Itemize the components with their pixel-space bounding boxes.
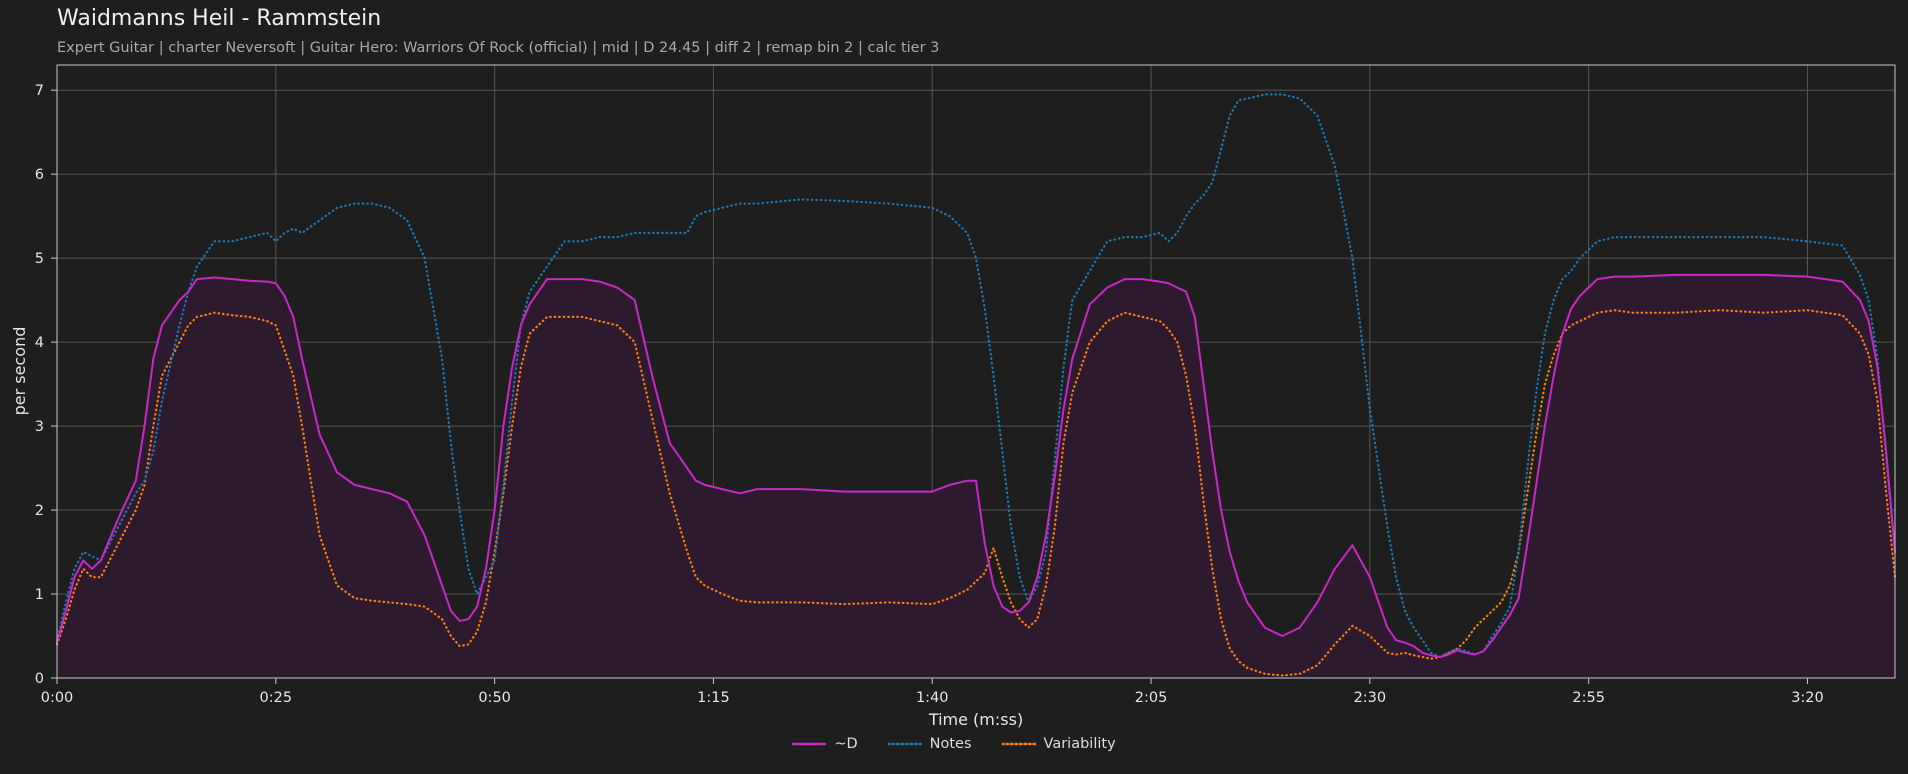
series-area-d bbox=[57, 274, 1895, 678]
x-axis-label: Time (m:ss) bbox=[928, 710, 1023, 729]
y-tick-label: 3 bbox=[35, 419, 44, 435]
y-tick-label: 0 bbox=[35, 671, 44, 687]
legend-label-d: ~D bbox=[834, 736, 858, 752]
y-tick-label: 6 bbox=[35, 167, 44, 183]
x-tick-label: 2:30 bbox=[1354, 690, 1387, 706]
legend-item-d: ~D bbox=[792, 736, 858, 752]
x-tick-label: 0:50 bbox=[478, 690, 511, 706]
x-tick-label: 3:20 bbox=[1791, 690, 1824, 706]
y-tick-label: 1 bbox=[35, 587, 44, 603]
legend-swatch-variability bbox=[1001, 742, 1036, 746]
legend-item-variability: Variability bbox=[1001, 736, 1116, 752]
chart-plot: 0:00 0:25 0:50 1:15 1:40 2:05 2:30 2:55 3:20 0 1 2 3… bbox=[10, 64, 1897, 729]
x-tick-label: 2:55 bbox=[1572, 690, 1605, 706]
legend-label-notes: Notes bbox=[929, 736, 972, 752]
legend: ~D Notes Variability bbox=[0, 736, 1908, 752]
x-tick-label: 0:25 bbox=[260, 690, 293, 706]
legend-swatch-notes bbox=[887, 742, 922, 746]
x-tick-label: 2:05 bbox=[1135, 690, 1168, 706]
y-tick-label: 7 bbox=[35, 83, 44, 99]
x-tick-label: 0:00 bbox=[41, 690, 74, 706]
x-tick-label: 1:15 bbox=[697, 690, 730, 706]
legend-label-variability: Variability bbox=[1043, 736, 1116, 752]
series-layer bbox=[55, 93, 1897, 678]
y-tick-label: 4 bbox=[35, 335, 44, 351]
x-tick-label: 1:40 bbox=[916, 690, 949, 706]
y-axis-label: per second bbox=[10, 327, 29, 416]
legend-swatch-d bbox=[792, 742, 827, 746]
y-tick-label: 5 bbox=[35, 251, 44, 267]
y-tick-label: 2 bbox=[35, 503, 44, 519]
legend-item-notes: Notes bbox=[887, 736, 972, 752]
